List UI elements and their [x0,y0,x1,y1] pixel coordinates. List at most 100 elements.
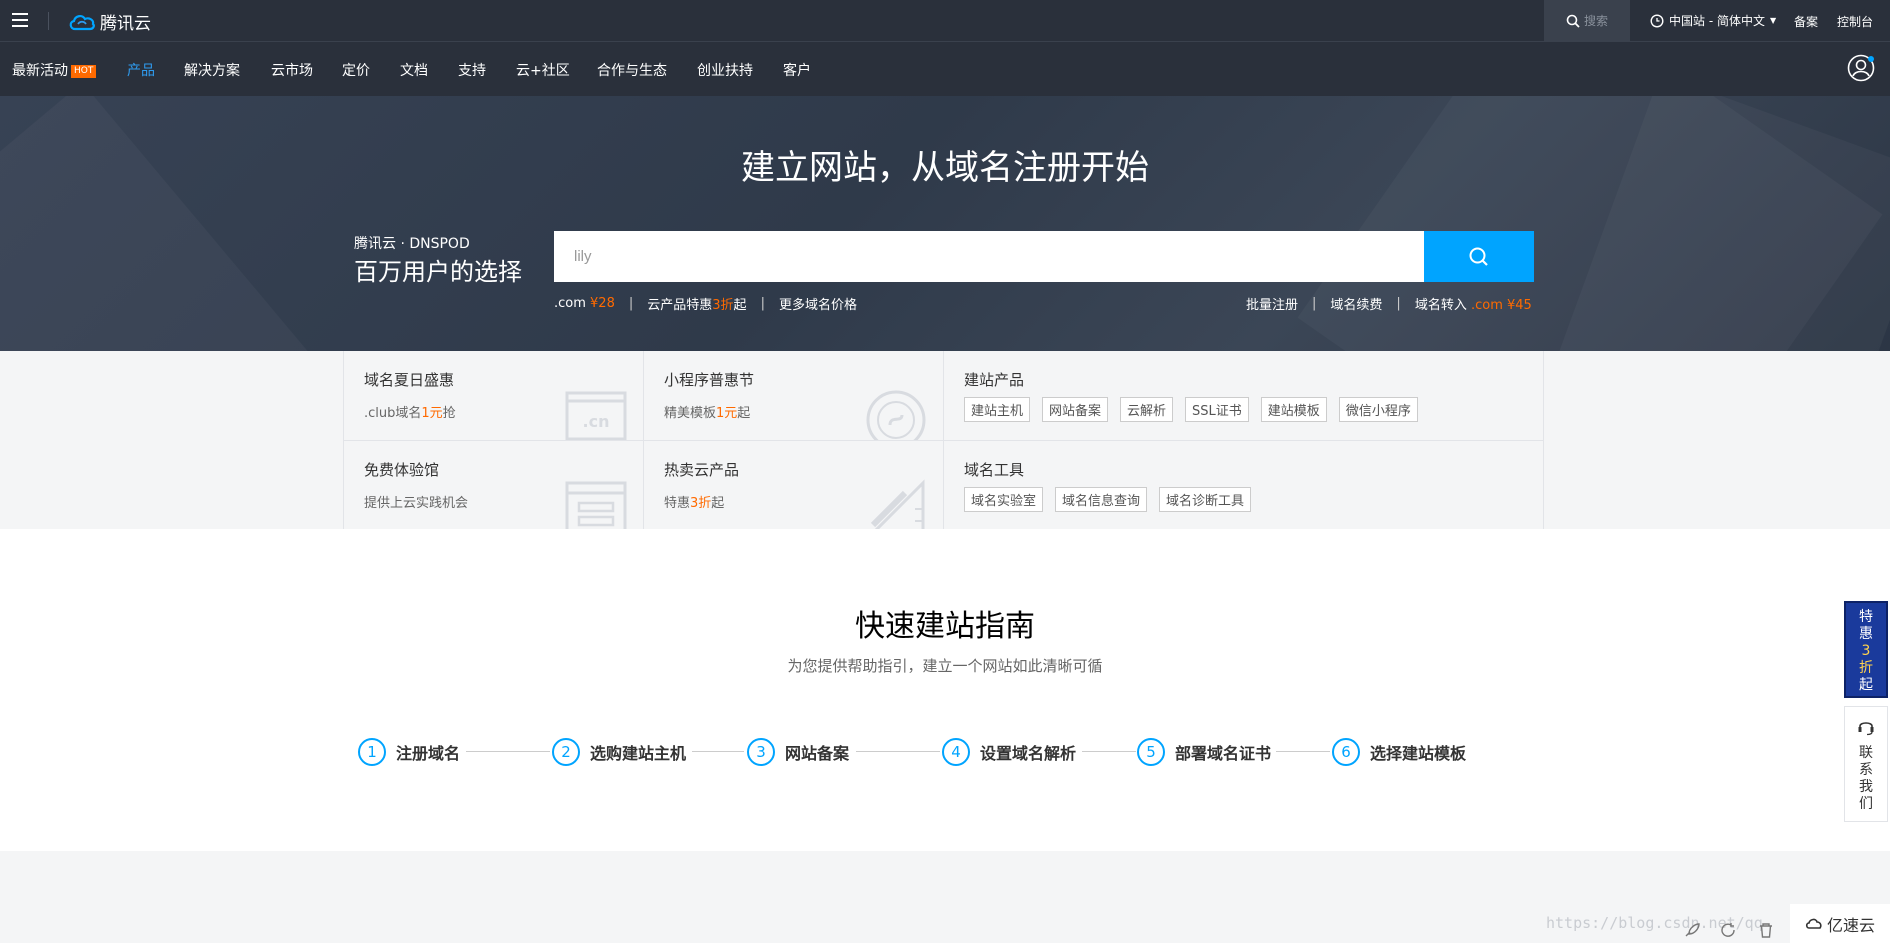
sub-prefix: .club域名 [364,406,422,421]
promo-domain-tools: 域名工具 域名实验室 域名信息查询 域名诊断工具 [944,441,1543,530]
domain-search-input[interactable] [554,231,1425,282]
console-link[interactable]: 控制台 [1837,13,1873,30]
divider: | [760,296,765,311]
step-number: 3 [747,738,775,766]
step-connector [856,751,940,752]
trash-icon[interactable] [1757,922,1775,938]
step-label: 网站备案 [785,744,850,763]
sub-num: 1元 [716,406,738,421]
nav-item-marketplace[interactable]: 云市场 [271,60,313,80]
step-label: 设置域名解析 [980,744,1077,763]
nav-item-support[interactable]: 支持 [458,60,486,80]
cloud-logo-icon [69,14,95,30]
nav-item-startup[interactable]: 创业扶持 [697,60,753,80]
top-bar: 腾讯云 搜索 中国站 - 简体中文 ▼ 备案 控制台 [0,0,1890,42]
top-search-placeholder: 搜索 [1583,14,1608,28]
promo-mini-program[interactable]: 小程序普惠节 精美模板1元起 [644,351,943,440]
guide-step-3[interactable]: 3 网站备案 [747,738,849,766]
mini-program-icon [866,390,926,440]
tag-dns[interactable]: 云解析 [1120,397,1174,422]
divider [48,12,49,30]
step-label: 选购建站主机 [590,744,687,763]
domain-tool-tags: 域名实验室 域名信息查询 域名诊断工具 [964,487,1252,512]
nav-item-docs[interactable]: 文档 [400,60,428,80]
search-icon [1566,14,1580,28]
sale-num: 3折 [712,298,734,313]
tag-ssl[interactable]: SSL证书 [1185,397,1249,422]
cell-title: 小程序普惠节 [664,371,755,389]
guide-subtitle: 为您提供帮助指引，建立一个网站如此清晰可循 [787,657,1103,675]
guide-step-1[interactable]: 1 注册域名 [358,738,460,766]
sub-num: 1元 [421,406,443,421]
decor-shape [0,96,314,351]
region-selector[interactable]: 中国站 - 简体中文 ▼ [1650,12,1776,29]
guide-step-6[interactable]: 6 选择建站模板 [1332,738,1466,766]
ruler-pencil-icon [870,479,925,530]
cell-sub: 精美模板1元起 [664,402,750,421]
cell-sub: 特惠3折起 [664,492,724,511]
brand-small: 腾讯云 · DNSPOD [354,236,470,252]
nav-item-pricing[interactable]: 定价 [342,60,370,80]
contact-us-button[interactable]: 联系我们 [1844,706,1888,822]
yisu-text: 亿速云 [1826,915,1875,935]
logo-text: 腾讯云 [100,14,151,34]
svg-text:.cn: .cn [583,412,610,431]
renew-link[interactable]: 域名续费 [1330,294,1382,313]
nav-item-products[interactable]: 产品 [127,60,155,80]
nav-item-community[interactable]: 云+社区 [516,60,570,80]
guide-step-4[interactable]: 4 设置域名解析 [942,738,1076,766]
sub-suffix: 抢 [442,406,456,421]
domain-search-button[interactable] [1424,231,1534,282]
hero-banner: 建立网站，从域名注册开始 腾讯云 · DNSPOD 百万用户的选择 .com ¥… [0,96,1890,351]
refresh-icon[interactable] [1720,922,1738,938]
com-price-link[interactable]: .com ¥28 [554,296,615,311]
nav-item-latest[interactable]: 最新活动 HOT [12,60,97,80]
region-label: 中国站 - 简体中文 [1669,14,1765,28]
guide-step-5[interactable]: 5 部署域名证书 [1137,738,1271,766]
promo-domain-sale[interactable]: 域名夏日盛惠 .club域名1元抢 .cn [344,351,643,440]
beian-link[interactable]: 备案 [1794,13,1818,30]
float-promo-unit: 折 [1859,660,1873,676]
sub-suffix: 起 [711,496,725,511]
step-label: 注册域名 [396,744,461,763]
transfer-label: 域名转入 [1414,298,1467,313]
cell-title: 热卖云产品 [664,461,740,479]
guide-step-2[interactable]: 2 选购建站主机 [552,738,686,766]
sale-prefix: 云产品特惠 [647,298,713,313]
tag-beian[interactable]: 网站备案 [1042,397,1109,422]
contact-us-label: 联系我们 [1859,745,1873,812]
sub-prefix: 特惠 [664,496,691,511]
sub-num: 3折 [690,496,712,511]
menu-icon[interactable] [12,13,28,27]
cloud-sale-link[interactable]: 云产品特惠3折起 [647,294,746,313]
nav-item-partners[interactable]: 合作与生态 [597,60,667,80]
user-avatar-icon[interactable] [1847,54,1875,82]
step-number: 4 [942,738,970,766]
tencent-cloud-logo[interactable]: 腾讯云 [68,9,151,34]
top-search-button[interactable]: 搜索 [1544,0,1630,41]
float-promo-button[interactable]: 特惠 3 折 起 [1844,601,1888,698]
transfer-link[interactable]: 域名转入 .com ¥45 [1415,294,1532,313]
step-number: 6 [1332,738,1360,766]
tag-wechat-mini[interactable]: 微信小程序 [1338,397,1418,422]
hero-right-links: 批量注册 | 域名续费 | 域名转入 .com ¥45 [1246,294,1532,313]
tag-domain-lab[interactable]: 域名实验室 [964,487,1044,512]
tag-template[interactable]: 建站模板 [1260,397,1327,422]
chevron-down-icon: ▼ [1769,16,1777,25]
promo-free-trial[interactable]: 免费体验馆 提供上云实践机会 [344,441,643,530]
step-connector [1276,751,1330,752]
bulk-register-link[interactable]: 批量注册 [1246,294,1298,313]
site-product-tags: 建站主机 网站备案 云解析 SSL证书 建站模板 微信小程序 [964,397,1418,422]
step-number: 1 [358,738,386,766]
more-prices-link[interactable]: 更多域名价格 [779,294,857,313]
nav-item-solutions[interactable]: 解决方案 [184,60,240,80]
nav-item-customers[interactable]: 客户 [783,60,811,80]
rocket-icon[interactable] [1683,922,1701,938]
step-connector [692,751,744,752]
promo-hot-products[interactable]: 热卖云产品 特惠3折起 [644,441,943,530]
yisu-cloud-icon [1805,918,1822,929]
tag-diagnosis[interactable]: 域名诊断工具 [1159,487,1252,512]
tag-whois[interactable]: 域名信息查询 [1055,487,1148,512]
step-connector [1082,751,1136,752]
tag-hosting[interactable]: 建站主机 [964,397,1031,422]
